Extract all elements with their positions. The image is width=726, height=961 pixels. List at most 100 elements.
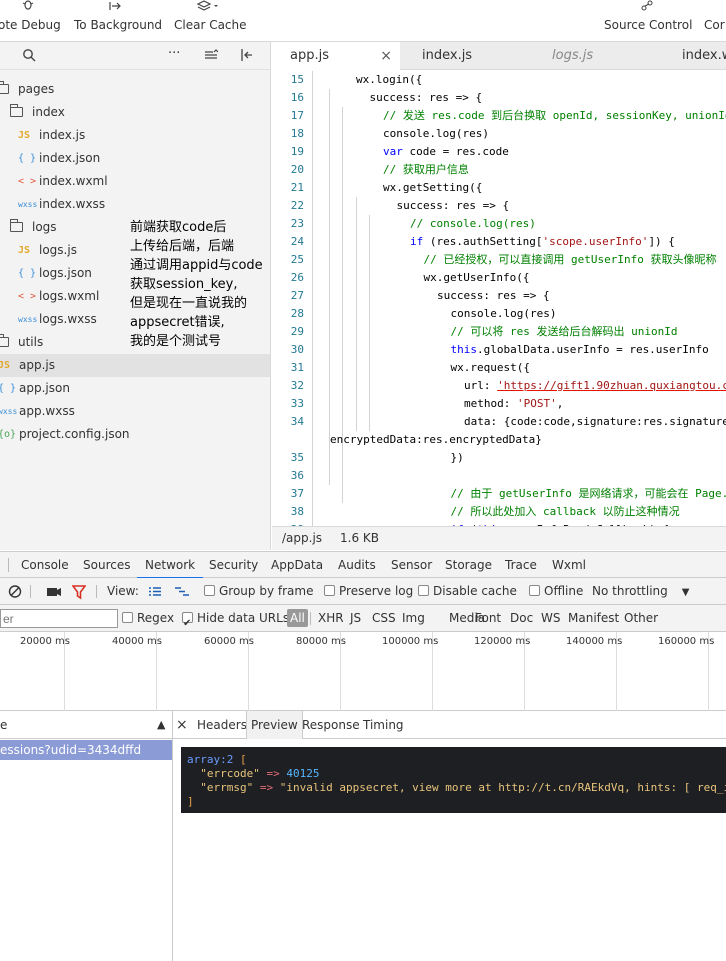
- tab-sources[interactable]: Sources: [83, 552, 130, 578]
- filter-type-img[interactable]: Img: [402, 605, 425, 632]
- tab-timing[interactable]: Timing: [363, 711, 404, 739]
- offline-checkbox[interactable]: Offline: [529, 578, 583, 605]
- more-icon[interactable]: ···: [168, 46, 180, 61]
- tab-audits[interactable]: Audits: [338, 552, 376, 578]
- preserve-log-checkbox[interactable]: Preserve log: [324, 578, 413, 605]
- tree-item-label: logs.json: [39, 266, 92, 280]
- filter-type-doc[interactable]: Doc: [510, 605, 533, 632]
- filter-type-ws[interactable]: WS: [541, 605, 560, 632]
- tree-item-label: app.js: [19, 358, 55, 372]
- sort-up-icon: ▲: [157, 718, 166, 731]
- cfg-file-icon: {o}: [0, 429, 17, 440]
- json-file-icon: { }: [18, 268, 37, 279]
- code-line: // 发送 res.code 到后台换取 openId, sessionKey,…: [383, 109, 726, 122]
- tab-app-js[interactable]: app.js ×: [272, 42, 400, 70]
- tab-storage[interactable]: Storage: [445, 552, 492, 578]
- request-detail-tabs: × Headers Preview Response Timing: [173, 711, 726, 739]
- source-control-button[interactable]: Source Control: [604, 0, 692, 42]
- tab-trace[interactable]: Trace: [505, 552, 537, 578]
- collapse-all-icon[interactable]: [204, 48, 219, 65]
- line-number: 30: [290, 343, 304, 356]
- tree-item-app-json[interactable]: { }app.json: [0, 377, 270, 400]
- disable-cache-checkbox[interactable]: Disable cache: [418, 578, 517, 605]
- tab-index-w[interactable]: index.w: [664, 42, 726, 70]
- tab-headers[interactable]: Headers: [197, 711, 247, 739]
- group-by-frame-checkbox[interactable]: Group by frame: [204, 578, 313, 605]
- code-line: var code = res.code: [383, 145, 509, 158]
- name-column-header[interactable]: e ▲: [0, 711, 172, 739]
- tree-item-app-js[interactable]: JS app.js: [0, 354, 270, 377]
- filter-type-font[interactable]: Font: [475, 605, 501, 632]
- code-line: if (res.authSetting['scope.userInfo']) {: [410, 235, 675, 248]
- js-file-icon: JS: [0, 360, 11, 371]
- tab-security[interactable]: Security: [209, 552, 258, 578]
- bug-icon: [0, 0, 58, 14]
- hide-data-urls-checkbox[interactable]: Hide data URLs: [182, 605, 289, 637]
- dropdown-arrow-icon: ▼: [681, 587, 690, 598]
- tab-divider: [8, 558, 9, 572]
- filter-input[interactable]: [0, 609, 118, 628]
- checkbox-box: [418, 585, 429, 596]
- close-icon[interactable]: ×: [380, 42, 392, 70]
- tab-console[interactable]: Console: [21, 552, 69, 578]
- tab-wxml[interactable]: Wxml: [552, 552, 586, 578]
- line-number: 36: [290, 469, 304, 482]
- to-background-button[interactable]: To Background: [74, 0, 162, 42]
- wxml-file-icon: < >: [18, 176, 37, 187]
- code-line: wx.getSetting({: [383, 181, 483, 194]
- filter-type-other[interactable]: Other: [624, 605, 658, 632]
- sidebar-toggle-icon[interactable]: [240, 48, 254, 65]
- filter-type-manifest[interactable]: Manifest: [568, 605, 619, 632]
- throttling-select[interactable]: No throttling ▼: [592, 578, 689, 606]
- cor-button[interactable]: Cor: [704, 0, 726, 42]
- tree-item-index-js[interactable]: JS index.js: [0, 124, 270, 147]
- timeline-tick-label: 100000 ms: [382, 636, 439, 647]
- status-file-path: /app.js: [282, 531, 323, 545]
- tab-index-js[interactable]: index.js: [404, 42, 528, 70]
- line-number: 18: [290, 127, 304, 140]
- close-detail-icon[interactable]: ×: [176, 711, 188, 739]
- tab-sensor[interactable]: Sensor: [391, 552, 432, 578]
- tree-item-index-wxss[interactable]: wxss index.wxss: [0, 193, 270, 216]
- request-row[interactable]: essions?udid=3434dffd: [0, 740, 172, 760]
- tree-item-pages[interactable]: pages: [0, 78, 270, 101]
- network-timeline: 20000 ms 40000 ms 60000 ms 80000 ms 100000 m…: [0, 632, 726, 711]
- timeline-tick-label: 60000 ms: [204, 636, 254, 647]
- clear-cache-button[interactable]: Clear Cache: [174, 0, 247, 42]
- checkbox-box: [529, 585, 540, 596]
- tree-item-project-config-json[interactable]: {o}project.config.json: [0, 423, 270, 446]
- folder-icon: [10, 219, 23, 232]
- tree-item-app-wxss[interactable]: wxss app.wxss: [0, 400, 270, 423]
- remote-debug-button[interactable]: ote Debug: [0, 0, 61, 42]
- preview-line: ]: [187, 795, 194, 808]
- code-editor[interactable]: 15 wx.login({16 success: res => {17 // 发送 r…: [272, 70, 726, 526]
- preview-line: "errcode" => 40125: [200, 767, 320, 780]
- tab-logs-js[interactable]: logs.js: [534, 42, 658, 70]
- tree-item-index-wxml[interactable]: < > index.wxml: [0, 170, 270, 193]
- branch-icon: [604, 0, 690, 14]
- line-number: 29: [290, 325, 304, 338]
- main-toolbar: ote Debug To Background Clear Cache Sour…: [0, 0, 726, 42]
- folder-icon: [0, 81, 9, 94]
- tab-appdata[interactable]: AppData: [271, 552, 323, 578]
- filter-type-js[interactable]: JS: [350, 605, 361, 632]
- timeline-tick-label: 160000 ms: [658, 636, 715, 647]
- search-icon[interactable]: [22, 48, 36, 65]
- tab-preview[interactable]: Preview: [246, 711, 303, 739]
- tab-response[interactable]: Response: [302, 711, 360, 739]
- checkbox-box: [182, 610, 193, 637]
- tree-item-label: index.js: [39, 128, 86, 142]
- filter-type-xhr[interactable]: XHR: [318, 605, 344, 632]
- code-line: console.log(res): [383, 127, 489, 140]
- tree-item-index[interactable]: index: [0, 101, 270, 124]
- line-number: 33: [290, 397, 304, 410]
- timeline-tick-label: 80000 ms: [296, 636, 346, 647]
- filter-type-all[interactable]: All: [287, 609, 308, 627]
- timeline-tick-label: 40000 ms: [112, 636, 162, 647]
- tree-item-index-json[interactable]: { } index.json: [0, 147, 270, 170]
- tab-network[interactable]: Network: [136, 552, 204, 579]
- filter-type-css[interactable]: CSS: [372, 605, 396, 632]
- line-number: 35: [290, 451, 304, 464]
- devtools-tabs: Console Sources Network Security AppData Audi…: [0, 551, 726, 579]
- regex-checkbox[interactable]: Regex: [122, 605, 174, 632]
